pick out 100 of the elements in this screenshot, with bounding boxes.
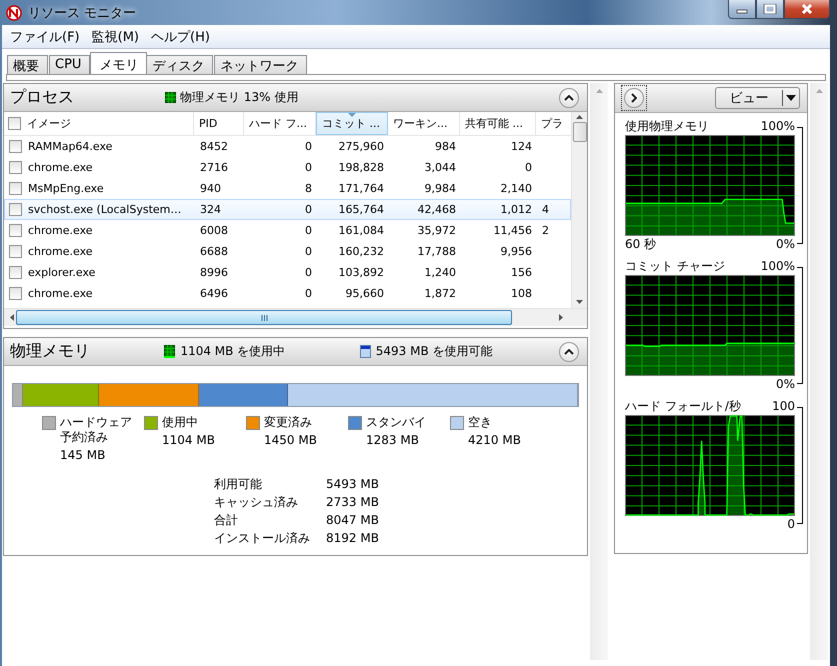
scrollbar-thumb[interactable] [16,310,512,325]
stat-value: 5493 MB [326,477,380,492]
axis-min-label: 0% [776,236,795,253]
table-cell-text: 8996 [199,266,229,279]
memory-usage-summary: 物理メモリ 13% 使用 [180,89,298,106]
legend-label: ハードウェア予約済み [60,415,133,445]
grip-icon [260,314,268,320]
table-cell-text: 8 [304,182,313,195]
process-row[interactable]: chrome.exe 6496 0 95,660 1,872 108 [4,283,572,304]
graph-title: コミット チャージ [625,258,725,275]
column-header[interactable]: ワーキン... [388,112,460,135]
table-cell-text: 0 [304,287,313,300]
process-name: svchost.exe (LocalSystem… [28,203,182,216]
process-name: RAMMap64.exe [28,140,112,153]
process-row[interactable]: chrome.exe 6008 0 161,084 35,972 11,456 2 [4,220,572,241]
panel-title: プロセス [10,87,75,108]
process-row[interactable]: chrome.exe 2716 0 198,828 3,044 0 [4,157,572,178]
menu-item[interactable]: 監視(M) [86,28,145,46]
table-cell-text: 0 [304,245,313,258]
maximize-button[interactable] [756,0,784,19]
tab[interactable]: 概要 [7,55,48,74]
view-button[interactable]: ビュー [715,87,800,109]
column-header[interactable]: 共有可能 ... [460,112,536,135]
process-name: chrome.exe [28,161,93,174]
scroll-left-icon[interactable] [10,314,14,321]
stat-label: 利用可能 [214,477,263,492]
app-icon [6,4,22,20]
process-row[interactable]: explorer.exe 8996 0 103,892 1,240 156 [4,262,572,283]
table-cell-text: 160,232 [338,245,385,258]
tab[interactable]: ネットワーク [214,55,308,74]
axis-min-label: 0% [776,376,795,393]
table-cell-text: 9,956 [500,245,533,258]
menu-item[interactable]: ファイル(F) [4,28,86,46]
stat-label: 合計 [214,513,239,528]
menu-item[interactable]: ヘルプ(H) [145,28,216,46]
process-row[interactable]: svchost.exe (LocalSystem… 324 0 165,764 42,468 1,012 4 [4,199,572,220]
scroll-up-icon[interactable] [576,115,584,119]
checkbox[interactable] [9,140,22,153]
column-header[interactable]: コミット ... [316,112,388,135]
table-cell-text: 2 [541,224,550,237]
table-cell-text: 0 [304,224,313,237]
table-cell-text: 3,044 [424,161,457,174]
legend-label: スタンバイ [366,415,427,430]
minimize-button[interactable] [728,0,756,19]
table-cell-text: 35,972 [416,224,457,237]
checkbox[interactable] [9,203,22,216]
table-cell-text: 940 [199,182,222,195]
scroll-down-icon[interactable] [576,300,584,304]
scrollbar-thumb[interactable] [572,122,587,142]
process-name: chrome.exe [28,245,93,258]
tab[interactable]: ディスク [146,55,214,74]
process-row[interactable]: MsMpEng.exe 940 8 171,764 9,984 2,140 [4,178,572,199]
collapse-button[interactable] [559,88,579,108]
close-icon [800,4,814,14]
axis-max-label: 100% [760,118,795,135]
stat-value: 8192 MB [326,531,380,546]
table-cell-text: 165,764 [338,203,385,216]
checkbox[interactable] [9,182,22,195]
stat-value: 2733 MB [326,495,380,510]
checkbox[interactable] [9,161,22,174]
table-cell-text: 6688 [199,245,229,258]
table-cell-text: 156 [510,266,533,279]
checkbox[interactable] [9,287,22,300]
checkbox[interactable] [8,117,21,130]
process-name: MsMpEng.exe [28,182,104,195]
dropdown-arrow-icon [786,95,796,101]
collapse-button[interactable] [559,342,579,362]
table-cell-text: 108 [510,287,533,300]
table-cell-text: 984 [434,140,457,153]
close-button[interactable] [784,0,830,19]
axis-max-label: 100 [772,398,795,415]
graph-title: ハード フォールト/秒 [625,398,741,415]
checkbox[interactable] [9,266,22,279]
column-header[interactable]: PID [194,112,244,135]
checkbox[interactable] [9,224,22,237]
table-cell-text: 8452 [199,140,229,153]
stat-label: キャッシュ済み [214,495,299,510]
stat-value: 8047 MB [326,513,380,528]
table-cell-text: 6496 [199,287,229,300]
graph-title: 使用物理メモリ [625,118,709,135]
legend-swatch-icon [360,345,371,358]
table-cell-text: 2716 [199,161,229,174]
chevron-up-icon [564,348,574,354]
legend-label: 使用中 [162,415,199,430]
checkbox[interactable] [9,245,22,258]
table-cell-text: 11,456 [492,224,533,237]
table-cell-text: 6008 [199,224,229,237]
table-cell-text: 171,764 [338,182,385,195]
table-cell-text: 17,788 [416,245,457,258]
legend-swatch-icon [165,92,176,103]
tab[interactable]: メモリ [90,52,148,74]
process-name: chrome.exe [28,224,93,237]
column-header[interactable]: イメージ [4,112,194,135]
process-row[interactable]: RAMMap64.exe 8452 0 275,960 984 124 [4,136,572,157]
expand-button[interactable] [624,88,644,108]
process-row[interactable]: chrome.exe 6688 0 160,232 17,788 9,956 [4,241,572,262]
stat-label: インストール済み [214,531,311,546]
tab[interactable]: CPU [49,55,90,74]
scroll-right-icon[interactable] [559,314,563,321]
legend-label: 変更済み [264,415,313,430]
